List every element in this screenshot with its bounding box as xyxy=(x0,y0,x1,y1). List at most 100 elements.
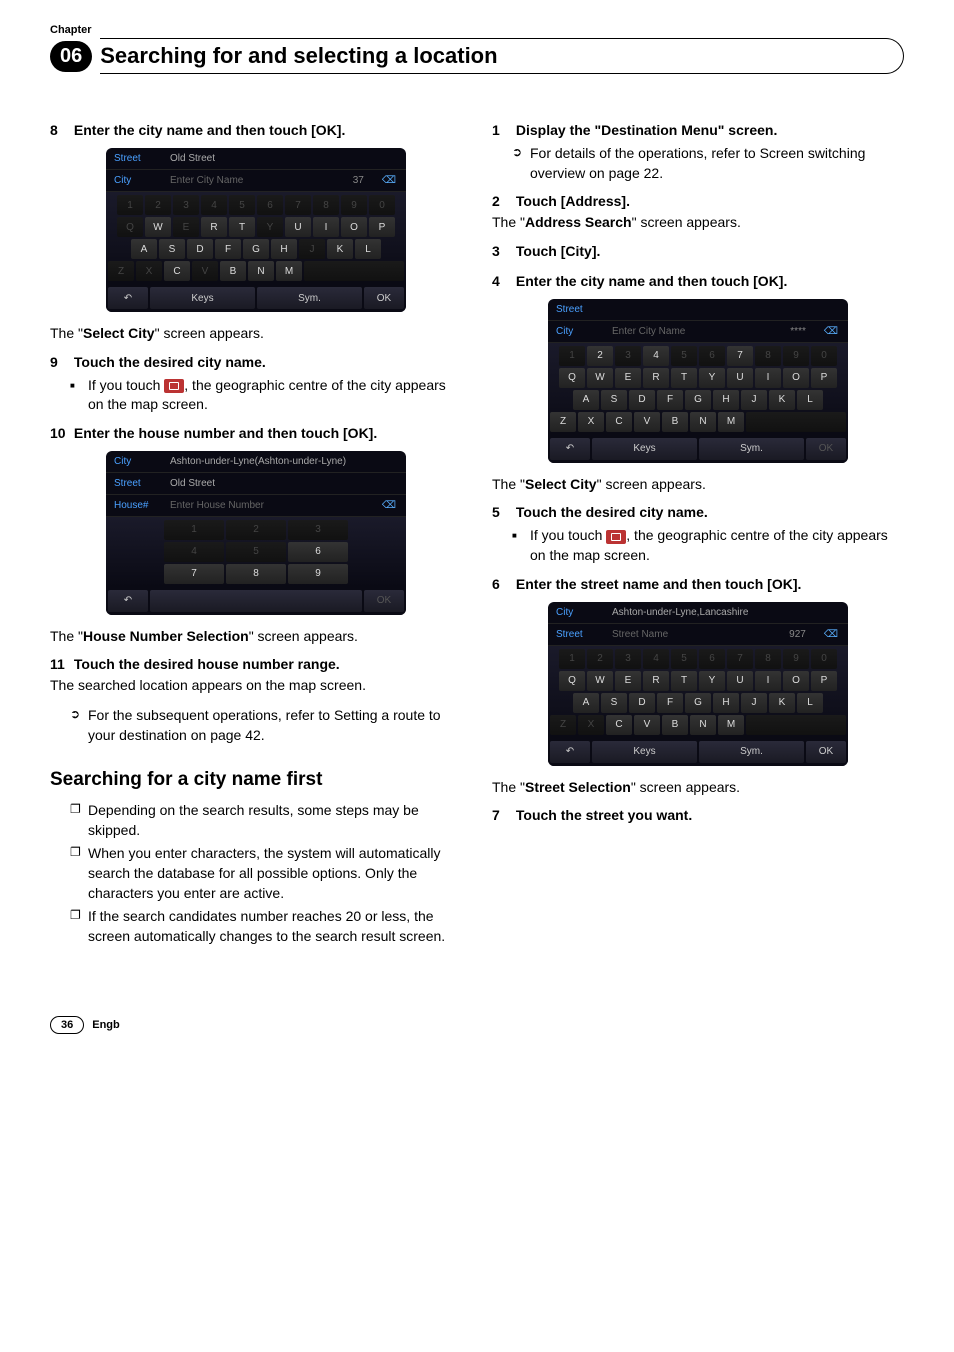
key[interactable]: 2 xyxy=(587,346,613,366)
key[interactable]: Q xyxy=(559,368,585,388)
key[interactable]: S xyxy=(601,693,627,713)
key[interactable]: D xyxy=(629,390,655,410)
key[interactable]: 2 xyxy=(226,520,286,540)
key[interactable]: Y xyxy=(699,368,725,388)
key[interactable]: F xyxy=(657,693,683,713)
key[interactable]: L xyxy=(797,390,823,410)
key[interactable]: N xyxy=(248,261,274,281)
space-key[interactable] xyxy=(746,715,846,735)
key[interactable]: S xyxy=(159,239,185,259)
space-key[interactable] xyxy=(304,261,404,281)
key[interactable]: K xyxy=(327,239,353,259)
backspace-icon[interactable]: ⌫ xyxy=(814,624,848,645)
key[interactable]: W xyxy=(587,368,613,388)
key[interactable]: 1 xyxy=(559,346,585,366)
key[interactable]: 7 xyxy=(727,649,753,669)
key[interactable]: B xyxy=(220,261,246,281)
key[interactable]: H xyxy=(271,239,297,259)
key[interactable]: 1 xyxy=(164,520,224,540)
key[interactable]: L xyxy=(355,239,381,259)
backspace-icon[interactable]: ⌫ xyxy=(372,170,406,191)
key[interactable]: A xyxy=(573,390,599,410)
key[interactable]: J xyxy=(741,693,767,713)
key[interactable]: 6 xyxy=(699,346,725,366)
space-key[interactable] xyxy=(746,412,846,432)
key[interactable]: 7 xyxy=(285,195,311,215)
key[interactable]: 6 xyxy=(288,542,348,562)
key[interactable]: G xyxy=(685,693,711,713)
sym-button[interactable]: Sym. xyxy=(699,438,804,460)
key[interactable]: U xyxy=(285,217,311,237)
key[interactable]: K xyxy=(769,693,795,713)
key[interactable]: I xyxy=(755,671,781,691)
key[interactable]: 5 xyxy=(671,649,697,669)
key[interactable]: 5 xyxy=(226,542,286,562)
key[interactable]: 2 xyxy=(587,649,613,669)
key[interactable]: U xyxy=(727,671,753,691)
key[interactable]: 1 xyxy=(559,649,585,669)
key[interactable]: 3 xyxy=(615,346,641,366)
key[interactable]: 4 xyxy=(643,346,669,366)
key[interactable]: 7 xyxy=(727,346,753,366)
key[interactable]: E xyxy=(615,671,641,691)
key[interactable]: M xyxy=(276,261,302,281)
key[interactable]: C xyxy=(606,715,632,735)
back-button[interactable]: ↶ xyxy=(550,438,590,460)
key[interactable]: 6 xyxy=(257,195,283,215)
sym-button[interactable]: Sym. xyxy=(257,287,362,309)
sym-button[interactable]: Sym. xyxy=(699,741,804,763)
key[interactable]: 8 xyxy=(755,346,781,366)
key[interactable]: F xyxy=(215,239,241,259)
key[interactable]: 3 xyxy=(615,649,641,669)
key[interactable]: 8 xyxy=(313,195,339,215)
ok-button[interactable]: OK xyxy=(806,741,846,763)
back-button[interactable]: ↶ xyxy=(550,741,590,763)
key[interactable]: 4 xyxy=(164,542,224,562)
key[interactable]: P xyxy=(811,671,837,691)
key[interactable]: J xyxy=(741,390,767,410)
key[interactable]: R xyxy=(643,671,669,691)
keys-button[interactable]: Keys xyxy=(592,438,697,460)
key[interactable]: Y xyxy=(699,671,725,691)
key[interactable]: O xyxy=(341,217,367,237)
back-button[interactable]: ↶ xyxy=(108,590,148,612)
key[interactable]: D xyxy=(629,693,655,713)
key[interactable]: B xyxy=(662,412,688,432)
key[interactable]: H xyxy=(713,693,739,713)
key[interactable]: N xyxy=(690,715,716,735)
ss-field-placeholder[interactable]: Enter House Number xyxy=(162,495,372,516)
key[interactable]: 0 xyxy=(811,346,837,366)
key[interactable]: 9 xyxy=(341,195,367,215)
keys-button[interactable]: Keys xyxy=(592,741,697,763)
key[interactable]: G xyxy=(685,390,711,410)
key[interactable]: Y xyxy=(257,217,283,237)
key[interactable]: S xyxy=(601,390,627,410)
key[interactable]: N xyxy=(690,412,716,432)
key[interactable]: X xyxy=(578,412,604,432)
key[interactable]: Q xyxy=(559,671,585,691)
backspace-icon[interactable]: ⌫ xyxy=(814,321,848,342)
key[interactable]: M xyxy=(718,715,744,735)
key[interactable]: Z xyxy=(550,412,576,432)
key[interactable]: W xyxy=(587,671,613,691)
key[interactable]: V xyxy=(634,715,660,735)
key[interactable]: V xyxy=(192,261,218,281)
key[interactable]: M xyxy=(718,412,744,432)
key[interactable]: Z xyxy=(550,715,576,735)
key[interactable]: T xyxy=(671,671,697,691)
key[interactable]: I xyxy=(313,217,339,237)
key[interactable]: 0 xyxy=(811,649,837,669)
key[interactable]: 9 xyxy=(783,649,809,669)
ok-button[interactable]: OK xyxy=(364,287,404,309)
key[interactable]: F xyxy=(657,390,683,410)
key[interactable]: X xyxy=(578,715,604,735)
key[interactable]: 0 xyxy=(369,195,395,215)
key[interactable]: Z xyxy=(108,261,134,281)
key[interactable]: 3 xyxy=(173,195,199,215)
key[interactable]: P xyxy=(369,217,395,237)
key[interactable]: B xyxy=(662,715,688,735)
key[interactable]: O xyxy=(783,671,809,691)
ok-button[interactable]: OK xyxy=(806,438,846,460)
key[interactable]: K xyxy=(769,390,795,410)
key[interactable]: I xyxy=(755,368,781,388)
